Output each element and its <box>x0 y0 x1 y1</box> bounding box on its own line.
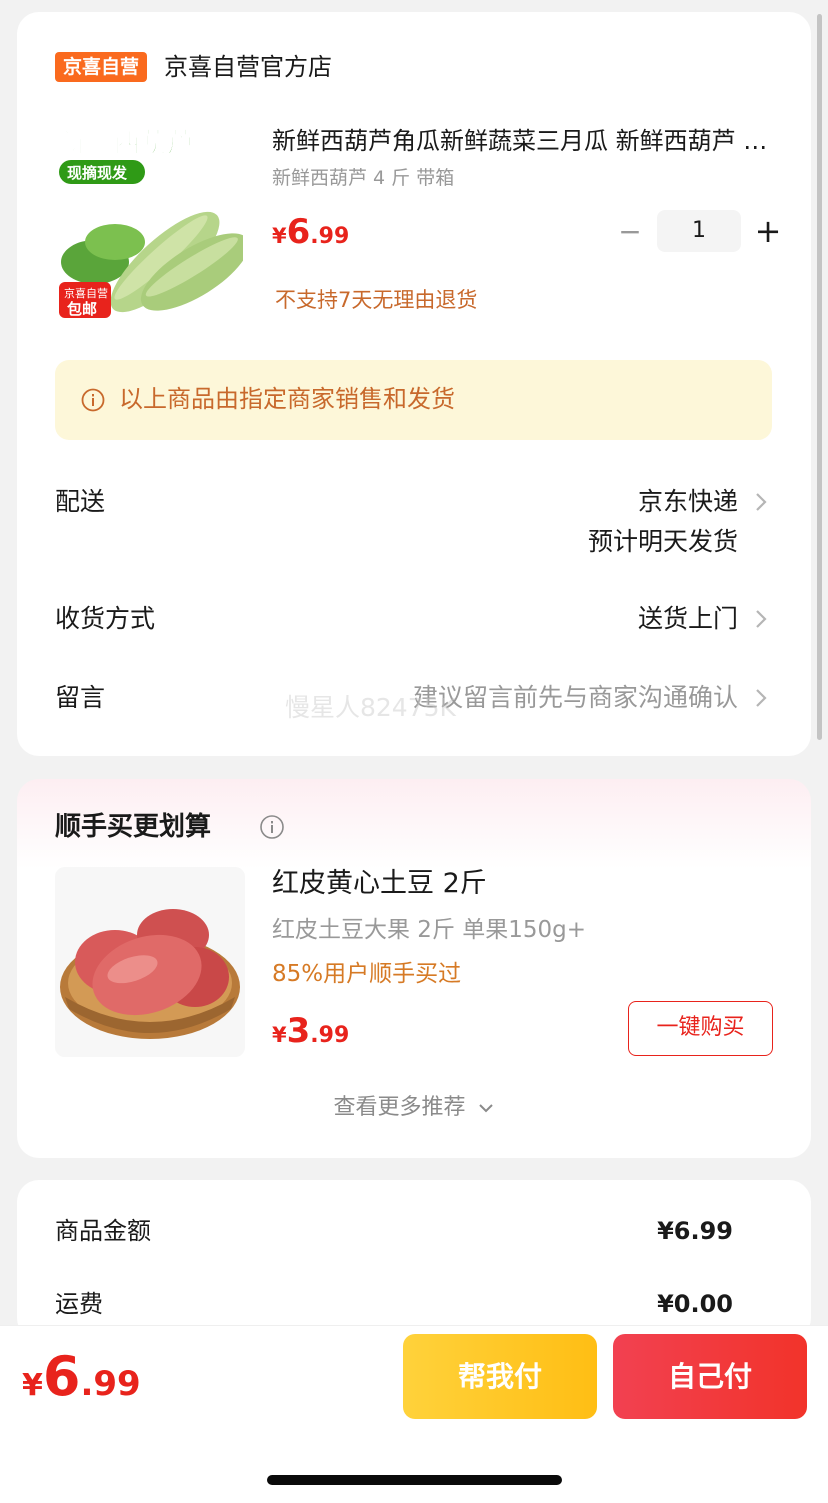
recommend-item-title[interactable]: 红皮黄心土豆 2斤 <box>272 865 487 903</box>
total-currency: ¥ <box>22 1368 43 1403</box>
recommend-item-spec: 红皮土豆大果 2斤 单果150g+ <box>272 917 587 943</box>
delivery-value[interactable]: 京东快递 <box>638 484 738 520</box>
price-integer: 3 <box>286 1011 311 1051</box>
checkout-bar: ¥6.99 帮我付 自己付 <box>0 1325 828 1430</box>
one-click-buy-button[interactable]: 一键购买 <box>628 1001 773 1056</box>
quantity-stepper: − 1 + <box>613 210 785 252</box>
goods-amount-value: ¥6.99 <box>657 1217 733 1245</box>
product-image[interactable]: 新鲜西葫芦 现摘现发 京喜自营 包邮 <box>55 122 243 318</box>
home-indicator[interactable] <box>267 1475 562 1485</box>
help-me-pay-button[interactable]: 帮我付 <box>403 1334 597 1419</box>
recommend-item-price: ¥3.99 <box>272 1009 349 1059</box>
chevron-right-icon[interactable] <box>753 608 769 630</box>
more-recommendations-link[interactable]: 查看更多推荐 <box>17 1091 811 1125</box>
zucchini-image: 新鲜西葫芦 现摘现发 京喜自营 包邮 <box>55 122 243 318</box>
scrollbar[interactable] <box>817 14 822 740</box>
message-input[interactable]: 建议留言前先与商家沟通确认 <box>413 680 738 716</box>
more-recommendations-label: 查看更多推荐 <box>333 1095 466 1120</box>
seller-notice: 以上商品由指定商家销售和发货 <box>55 360 772 440</box>
shipping-value: ¥0.00 <box>657 1290 733 1318</box>
image-subline: 现摘现发 <box>67 164 128 182</box>
info-circle-icon <box>81 388 105 412</box>
price-decimal: .99 <box>310 1023 350 1048</box>
recommend-item-image[interactable] <box>55 867 245 1057</box>
total-price: ¥6.99 <box>22 1344 141 1423</box>
price-decimal: .99 <box>310 224 350 249</box>
recommend-item-rate: 85%用户顺手买过 <box>272 961 462 987</box>
recommendation-card: 顺手买更划算 红皮黄心土豆 2斤 红皮土豆大果 2斤 单果150g+ 85%用户… <box>17 779 811 1158</box>
price-summary-card: 商品金额 ¥6.99 运费 ¥0.00 <box>17 1180 811 1340</box>
product-price: ¥6.99 <box>272 210 349 260</box>
home-indicator-area <box>0 1430 828 1503</box>
self-operated-badge: 京喜自营 <box>55 52 148 82</box>
goods-amount-label: 商品金额 <box>55 1217 151 1245</box>
seller-notice-text: 以上商品由指定商家销售和发货 <box>119 385 455 413</box>
return-policy-note: 不支持7天无理由退货 <box>275 288 478 312</box>
image-headline: 新鲜西葫芦 <box>59 127 194 159</box>
receive-method-value[interactable]: 送货上门 <box>638 601 738 637</box>
pay-myself-button[interactable]: 自己付 <box>613 1334 807 1419</box>
quantity-input[interactable]: 1 <box>657 210 741 252</box>
chevron-right-icon[interactable] <box>753 687 769 709</box>
recommend-title: 顺手买更划算 <box>55 812 212 842</box>
image-badge-bottom: 包邮 <box>67 300 97 318</box>
delivery-label: 配送 <box>55 487 106 516</box>
watermark: 慢星人82475K <box>285 693 456 722</box>
delivery-estimate: 预计明天发货 <box>587 527 738 556</box>
chevron-down-icon <box>478 1104 493 1113</box>
order-item-card: 京喜自营 京喜自营官方店 新鲜西葫芦 现摘现发 京喜自营 包邮 新鲜西葫芦角瓜新… <box>17 12 811 756</box>
image-badge-top: 京喜自营 <box>64 286 108 300</box>
info-circle-icon[interactable] <box>259 814 285 840</box>
decrease-button[interactable]: − <box>613 215 647 248</box>
total-decimal: .99 <box>80 1364 141 1404</box>
total-integer: 6 <box>42 1345 81 1408</box>
message-label: 留言 <box>55 683 106 712</box>
price-currency: ¥ <box>272 1023 287 1047</box>
price-currency: ¥ <box>272 224 287 248</box>
increase-button[interactable]: + <box>751 212 785 250</box>
shipping-label: 运费 <box>55 1290 103 1318</box>
price-integer: 6 <box>286 212 311 252</box>
product-spec[interactable]: 新鲜西葫芦 4 斤 带箱 <box>272 164 454 192</box>
store-name[interactable]: 京喜自营官方店 <box>164 50 332 84</box>
receive-method-label: 收货方式 <box>55 604 156 633</box>
potato-image <box>55 867 245 1057</box>
product-title[interactable]: 新鲜西葫芦角瓜新鲜蔬菜三月瓜 新鲜西葫芦 4斤 带箱 <box>272 124 777 158</box>
chevron-right-icon[interactable] <box>753 491 769 513</box>
